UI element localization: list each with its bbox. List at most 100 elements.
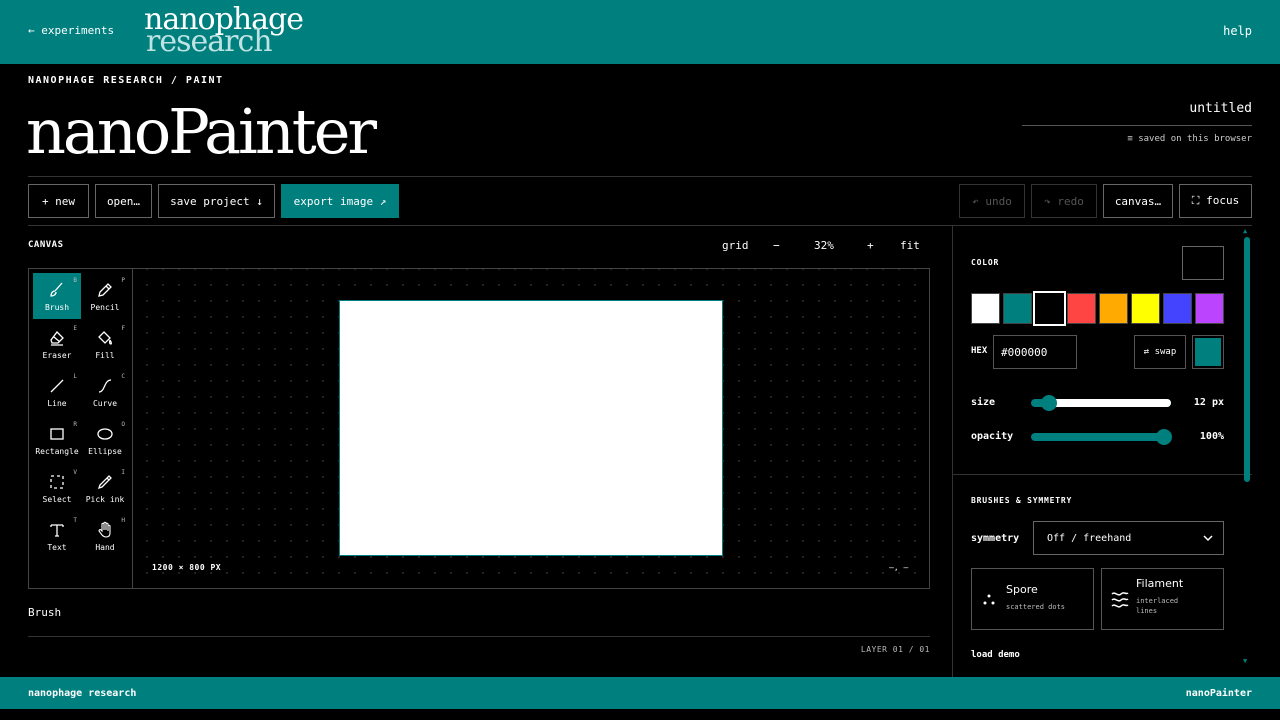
help-link[interactable]: help (1223, 24, 1252, 38)
swatch-orange[interactable] (1099, 293, 1128, 324)
tool-select[interactable]: Select V (33, 465, 81, 511)
tool-shortcut: P (121, 277, 125, 284)
back-to-experiments-link[interactable]: ← experiments (28, 24, 114, 37)
tool-shortcut: C (121, 373, 125, 380)
rectangle-icon (50, 428, 64, 440)
load-demo-link[interactable]: load demo (971, 650, 1020, 660)
tool-shortcut: F (121, 325, 125, 332)
line-icon (50, 379, 64, 393)
tool-pencil[interactable]: Pencil P (81, 273, 129, 319)
tool-fill[interactable]: Fill F (81, 321, 129, 367)
tool-shortcut: I (121, 469, 125, 476)
size-slider[interactable] (1031, 395, 1171, 411)
tool-eraser[interactable]: Eraser E (33, 321, 81, 367)
tool-line[interactable]: Line L (33, 369, 81, 415)
symmetry-label: symmetry (971, 533, 1020, 544)
brush-card-spore[interactable]: Spore scattered dots (971, 568, 1094, 630)
tool-shortcut: E (73, 325, 77, 332)
tool-shortcut: R (73, 421, 77, 428)
focus-mode-button[interactable]: ⛶ focus (1179, 184, 1252, 218)
tool-label: Brush (44, 303, 70, 312)
swatch-purple[interactable] (1195, 293, 1224, 324)
tool-curve[interactable]: Curve C (81, 369, 129, 415)
export-image-button[interactable]: export image ↗ (281, 184, 399, 218)
tool-label: Eraser (42, 351, 72, 360)
tool-text[interactable]: Text T (33, 513, 81, 559)
grid-toggle[interactable]: grid (722, 239, 749, 252)
brush-card-filament[interactable]: Filament interlaced lines (1101, 568, 1224, 630)
swatch-red[interactable] (1067, 293, 1096, 324)
tool-label: Pick ink (85, 495, 125, 504)
opacity-slider-handle[interactable] (1156, 429, 1172, 445)
ellipse-icon (97, 428, 113, 440)
tool-label: Hand (95, 543, 115, 552)
save-project-button[interactable]: save project ↓ (158, 184, 275, 218)
tool-shortcut: B (73, 277, 77, 284)
color-section-label: COLOR (971, 258, 1000, 267)
tool-label: Text (47, 543, 67, 552)
canvas-settings-button[interactable]: canvas… (1103, 184, 1173, 218)
footer-brand[interactable]: nanophage research (28, 688, 136, 699)
page-title: nanoPainter (26, 95, 377, 168)
canvas-dimensions: 1200 × 800 PX (152, 563, 222, 572)
open-button[interactable]: open… (95, 184, 152, 218)
swatch-yellow[interactable] (1131, 293, 1160, 324)
symmetry-select[interactable]: Off / freehand (1033, 521, 1224, 555)
pencil-icon (98, 283, 112, 297)
hex-input[interactable] (993, 335, 1077, 369)
new-button[interactable]: + new (28, 184, 89, 218)
zoom-level: 32% (814, 239, 834, 252)
brushes-section-label: BRUSHES & SYMMETRY (971, 496, 1073, 505)
swap-colors-button[interactable]: ⇄ swap (1134, 335, 1186, 369)
zoom-in-button[interactable]: + (867, 239, 874, 252)
symmetry-value: Off / freehand (1047, 532, 1132, 544)
scroll-down-arrow[interactable]: ▼ (1243, 657, 1247, 665)
fit-button[interactable]: fit (900, 239, 920, 252)
dots-icon (983, 594, 995, 605)
undo-button[interactable]: ↶ undo (959, 184, 1025, 218)
brush-description: interlaced lines (1136, 597, 1179, 615)
hand-icon (98, 521, 111, 538)
footer-app-name[interactable]: nanoPainter (1186, 688, 1252, 699)
top-bar: ← experiments nanophage research help (0, 0, 1280, 64)
tool-rectangle[interactable]: Rectangle R (33, 417, 81, 463)
opacity-label: opacity (971, 431, 1014, 442)
tool-pick-ink[interactable]: Pick ink I (81, 465, 129, 511)
chevron-down-icon (1203, 535, 1213, 542)
tool-ellipse[interactable]: Ellipse O (81, 417, 129, 463)
swatch-teal[interactable] (1003, 293, 1032, 324)
size-slider-handle[interactable] (1041, 395, 1058, 411)
swatch-blue[interactable] (1163, 293, 1192, 324)
swatch-white[interactable] (971, 293, 1000, 324)
tool-shortcut: L (73, 373, 77, 380)
brush-name: Spore (1006, 583, 1038, 596)
tool-hand[interactable]: Hand H (81, 513, 129, 559)
breadcrumb: NANOPHAGE RESEARCH / PAINT (28, 75, 224, 86)
tool-brush[interactable]: Brush B (33, 273, 81, 319)
fill-bucket-icon (98, 331, 113, 345)
save-status: ≡ saved on this browser (1127, 134, 1252, 144)
swatch-black[interactable] (1033, 291, 1066, 326)
header-divider (28, 176, 1252, 177)
eyedropper-icon (97, 475, 112, 490)
opacity-slider[interactable] (1031, 429, 1172, 445)
scroll-up-arrow[interactable]: ▲ (1243, 227, 1247, 235)
zoom-out-button[interactable]: − (773, 239, 780, 252)
redo-button[interactable]: ↷ redo (1031, 184, 1097, 218)
status-divider (28, 636, 930, 637)
tool-palette: Brush B Pencil P Eraser E Fill F Line L … (28, 268, 133, 589)
tool-label: Select (42, 495, 72, 504)
layer-indicator: LAYER 01 / 01 (860, 645, 930, 654)
tool-label: Fill (95, 351, 115, 360)
tool-shortcut: O (121, 421, 125, 428)
waves-icon (1111, 592, 1129, 608)
current-color-preview[interactable] (1182, 246, 1224, 280)
tool-label: Curve (92, 399, 118, 408)
brush-name: Filament (1136, 577, 1184, 590)
tool-shortcut: H (121, 517, 125, 524)
secondary-color-swatch[interactable] (1192, 335, 1224, 369)
panel-scrollbar[interactable] (1244, 237, 1250, 482)
drawing-canvas[interactable] (339, 300, 723, 556)
document-name[interactable]: untitled (1189, 101, 1252, 116)
brand-logo[interactable]: nanophage research (144, 5, 304, 57)
